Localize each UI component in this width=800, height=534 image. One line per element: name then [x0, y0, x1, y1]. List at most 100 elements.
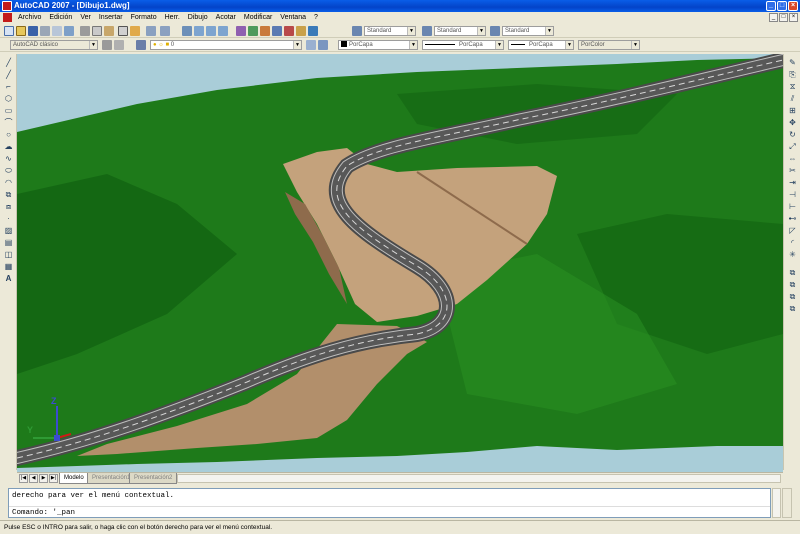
chamfer-icon[interactable]: ◸	[788, 226, 797, 235]
break-icon[interactable]: ⊢	[788, 202, 797, 211]
save-icon[interactable]	[28, 26, 38, 36]
menu-ver[interactable]: Ver	[76, 12, 95, 23]
line-icon[interactable]: ╱	[4, 58, 13, 67]
first-tab-button[interactable]: |◀	[19, 474, 28, 483]
draworder-back-icon[interactable]: ⧉	[788, 280, 797, 289]
hatch-icon[interactable]: ▨	[4, 226, 13, 235]
point-icon[interactable]: ·	[4, 214, 13, 223]
sheetset-icon[interactable]	[272, 26, 282, 36]
paste-icon[interactable]	[104, 26, 114, 36]
close-button[interactable]: ×	[788, 1, 798, 11]
undo-icon[interactable]	[146, 26, 156, 36]
menu-archivo[interactable]: Archivo	[14, 12, 45, 23]
linetype-select[interactable]: PorCapa ▼	[422, 40, 504, 50]
new-icon[interactable]	[4, 26, 14, 36]
brush-icon[interactable]	[130, 26, 140, 36]
layer-manager-icon[interactable]	[136, 40, 146, 50]
help-icon[interactable]	[308, 26, 318, 36]
gradient-icon[interactable]: ▤	[4, 238, 13, 247]
join-icon[interactable]: ⊷	[788, 214, 797, 223]
ellipse-arc-icon[interactable]: ◠	[4, 178, 13, 187]
doc-close-button[interactable]: ×	[789, 13, 798, 22]
menu-acotar[interactable]: Acotar	[212, 12, 240, 23]
command-resize-handle[interactable]	[782, 488, 792, 518]
matchprop-icon[interactable]	[118, 26, 128, 36]
tab-modelo[interactable]: Modelo	[59, 473, 89, 484]
table-icon[interactable]: ▦	[4, 262, 13, 271]
workspace-select[interactable]: AutoCAD clásico ▼	[10, 40, 98, 50]
model-space-canvas[interactable]	[17, 54, 783, 472]
command-scrollbar[interactable]	[772, 488, 781, 518]
move-icon[interactable]: ✥	[788, 118, 797, 127]
maximize-button[interactable]: □	[777, 1, 787, 11]
workspace-settings-icon[interactable]	[102, 40, 112, 50]
redo-icon[interactable]	[160, 26, 170, 36]
menu-edicion[interactable]: Edición	[45, 12, 76, 23]
insert-block-icon[interactable]: ⧉	[4, 190, 13, 199]
polygon-icon[interactable]: ⬡	[4, 94, 13, 103]
designcenter-icon[interactable]	[248, 26, 258, 36]
plotstyle-select[interactable]: PorColor ▼	[578, 40, 640, 50]
zoom-window-icon[interactable]	[206, 26, 216, 36]
region-icon[interactable]: ◫	[4, 250, 13, 259]
menu-ayuda[interactable]: ?	[310, 12, 322, 23]
print-icon[interactable]	[40, 26, 50, 36]
properties-icon[interactable]	[236, 26, 246, 36]
publish-icon[interactable]	[64, 26, 74, 36]
draworder-below-icon[interactable]: ⧉	[788, 304, 797, 313]
offset-icon[interactable]: ⫽	[788, 94, 797, 103]
drawing-viewport[interactable]: Z Y	[17, 54, 783, 472]
menu-ventana[interactable]: Ventana	[276, 12, 310, 23]
draworder-above-icon[interactable]: ⧉	[788, 292, 797, 301]
toolpalettes-icon[interactable]	[260, 26, 270, 36]
copy-icon[interactable]	[92, 26, 102, 36]
command-prompt-line[interactable]: Comando: '_pan	[12, 509, 75, 517]
calculator-icon[interactable]	[296, 26, 306, 36]
layer-select[interactable]: ● ☼ ■ 0 ▼	[150, 40, 302, 50]
open-icon[interactable]	[16, 26, 26, 36]
table-style-select[interactable]: Standard ▼	[502, 26, 554, 36]
cut-icon[interactable]	[80, 26, 90, 36]
menu-herr[interactable]: Herr.	[161, 12, 184, 23]
tab-presentacion2[interactable]: Presentación2	[129, 473, 178, 484]
rectangle-icon[interactable]: ▭	[4, 106, 13, 115]
break-point-icon[interactable]: ⊣	[788, 190, 797, 199]
markup-icon[interactable]	[284, 26, 294, 36]
lineweight-select[interactable]: PorCapa ▼	[508, 40, 574, 50]
trim-icon[interactable]: ✂	[788, 166, 797, 175]
make-current-layer-icon[interactable]	[306, 40, 316, 50]
last-tab-button[interactable]: ▶|	[49, 474, 58, 483]
revcloud-icon[interactable]: ☁	[4, 142, 13, 151]
copy-object-icon[interactable]: ⎘	[788, 70, 797, 79]
command-box[interactable]: derecho para ver el menú contextual. Com…	[8, 488, 771, 518]
multiline-text-icon[interactable]: A	[4, 274, 13, 283]
autocad-app-icon[interactable]	[2, 1, 12, 11]
extend-icon[interactable]: ⇥	[788, 178, 797, 187]
rotate-icon[interactable]: ↻	[788, 130, 797, 139]
spline-icon[interactable]: ∿	[4, 154, 13, 163]
zoom-realtime-icon[interactable]	[194, 26, 204, 36]
minimize-button[interactable]: _	[766, 1, 776, 11]
preview-icon[interactable]	[52, 26, 62, 36]
draworder-front-icon[interactable]: ⧉	[788, 268, 797, 277]
layer-previous-icon[interactable]	[318, 40, 328, 50]
next-tab-button[interactable]: ▶	[39, 474, 48, 483]
color-select[interactable]: PorCapa ▼	[338, 40, 418, 50]
explode-icon[interactable]: ✳	[788, 250, 797, 259]
array-icon[interactable]: ⊞	[788, 106, 797, 115]
doc-restore-button[interactable]: □	[779, 13, 788, 22]
fillet-icon[interactable]: ◜	[788, 238, 797, 247]
doc-minimize-button[interactable]: _	[769, 13, 778, 22]
mirror-icon[interactable]: ⧖	[788, 82, 797, 91]
document-icon[interactable]	[3, 13, 12, 22]
polyline-icon[interactable]: ⌐	[4, 82, 13, 91]
prev-tab-button[interactable]: ◀	[29, 474, 38, 483]
workspace-save-icon[interactable]	[114, 40, 124, 50]
ellipse-icon[interactable]: ⬭	[4, 166, 13, 175]
zoom-previous-icon[interactable]	[218, 26, 228, 36]
scale-icon[interactable]: ⤢	[788, 142, 797, 151]
stretch-icon[interactable]: ⇔	[788, 154, 797, 163]
menu-insertar[interactable]: Insertar	[95, 12, 127, 23]
text-style-select[interactable]: Standard ▼	[364, 26, 416, 36]
dim-style-select[interactable]: Standard ▼	[434, 26, 486, 36]
